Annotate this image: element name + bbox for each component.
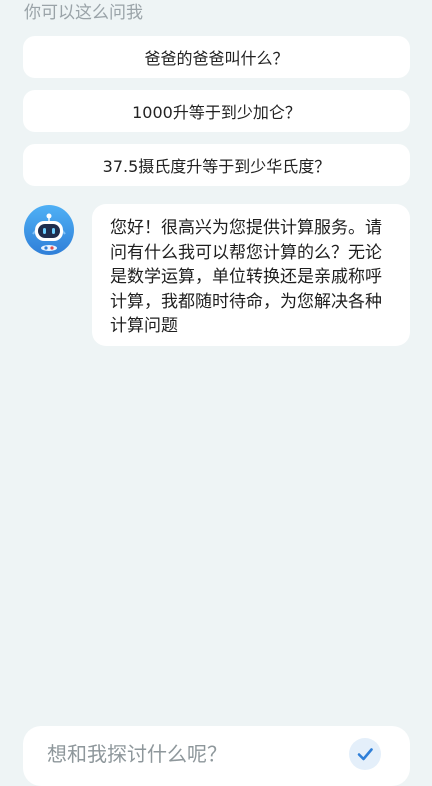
robot-icon <box>23 204 75 256</box>
bot-message-bubble: 您好！很高兴为您提供计算服务。请问有什么我可以帮您计算的么？无论是数学运算，单位… <box>92 204 410 346</box>
check-icon <box>357 748 373 761</box>
chat-input-bar[interactable]: 想和我探讨什么呢？ <box>23 726 410 786</box>
chat-input-placeholder[interactable]: 想和我探讨什么呢？ <box>47 740 227 768</box>
suggestion-item[interactable]: 爸爸的爸爸叫什么？ <box>23 36 410 78</box>
suggestion-item[interactable]: 1000升等于到少加仑？ <box>23 90 410 132</box>
suggestion-item[interactable]: 37.5摄氏度升等于到少华氏度？ <box>23 144 410 186</box>
send-button[interactable] <box>349 738 381 770</box>
suggestions-heading: 你可以这么问我 <box>24 3 143 23</box>
